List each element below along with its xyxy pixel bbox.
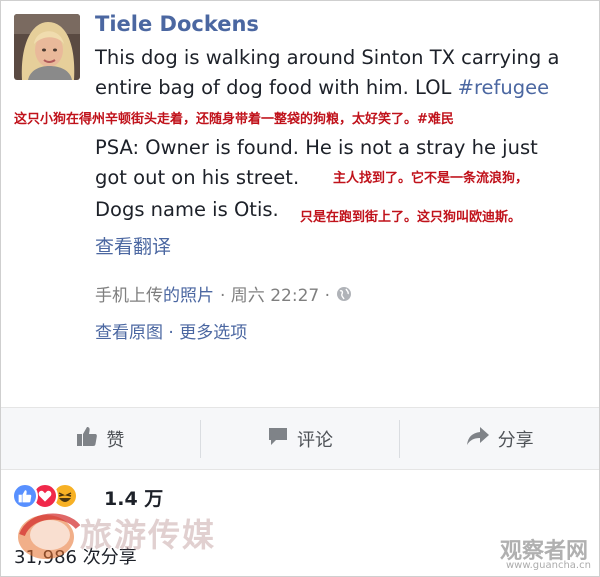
post-text-line-1: This dog is walking around Sinton TX car… <box>95 46 560 69</box>
reaction-icons[interactable] <box>12 483 78 509</box>
watermark-url: www.guancha.cn <box>506 560 591 571</box>
watermark-logo <box>10 505 85 565</box>
translation-annotation: 这只小狗在得州辛顿街头走着，还随身带着一整袋的狗粮，太好笑了。#难民 <box>14 112 454 127</box>
post-meta: 手机上传 的照片 · 周六 22:27 · <box>95 281 352 306</box>
reaction-count[interactable]: 1.4 万 <box>104 484 163 511</box>
thumbs-up-icon <box>76 425 98 452</box>
comment-label: 评论 <box>297 429 333 451</box>
comment-button[interactable]: 评论 <box>201 408 400 469</box>
like-reaction-icon <box>12 483 38 509</box>
share-arrow-icon <box>466 425 490 452</box>
psa-line-3: Dogs name is Otis. <box>95 198 279 221</box>
hashtag-link[interactable]: #refugee <box>458 76 550 99</box>
post-text-line-2: entire bag of dog food with him. LOL #re… <box>95 73 549 103</box>
like-label: 赞 <box>106 429 125 451</box>
watermark-text: 旅游传媒 <box>80 516 217 554</box>
author-avatar[interactable] <box>14 14 80 80</box>
author-name[interactable]: Tiele Dockens <box>95 12 259 36</box>
psa-line-1: PSA: Owner is found. He is not a stray h… <box>95 136 538 159</box>
like-button[interactable]: 赞 <box>1 408 200 469</box>
share-label: 分享 <box>497 429 534 451</box>
post-text: entire bag of dog food with him. LOL <box>95 76 458 99</box>
photo-link[interactable]: 的照片 <box>163 281 214 306</box>
post-timestamp[interactable]: · 周六 22:27 · <box>220 281 330 306</box>
share-button[interactable]: 分享 <box>400 408 599 469</box>
action-bar: 赞 评论 分享 <box>1 407 599 470</box>
psa-line-2: got out on his street. <box>95 166 300 189</box>
globe-icon <box>336 286 352 302</box>
see-translation-link[interactable]: 查看翻译 <box>95 232 171 259</box>
translation-annotation: 主人找到了。它不是一条流浪狗， <box>333 171 529 186</box>
upload-source: 手机上传 <box>95 286 163 306</box>
comment-bubble-icon <box>267 425 289 452</box>
more-options-link[interactable]: 查看原图 · 更多选项 <box>95 318 247 343</box>
translation-annotation: 只是在跑到街上了。这只狗叫欧迪斯。 <box>300 210 522 225</box>
